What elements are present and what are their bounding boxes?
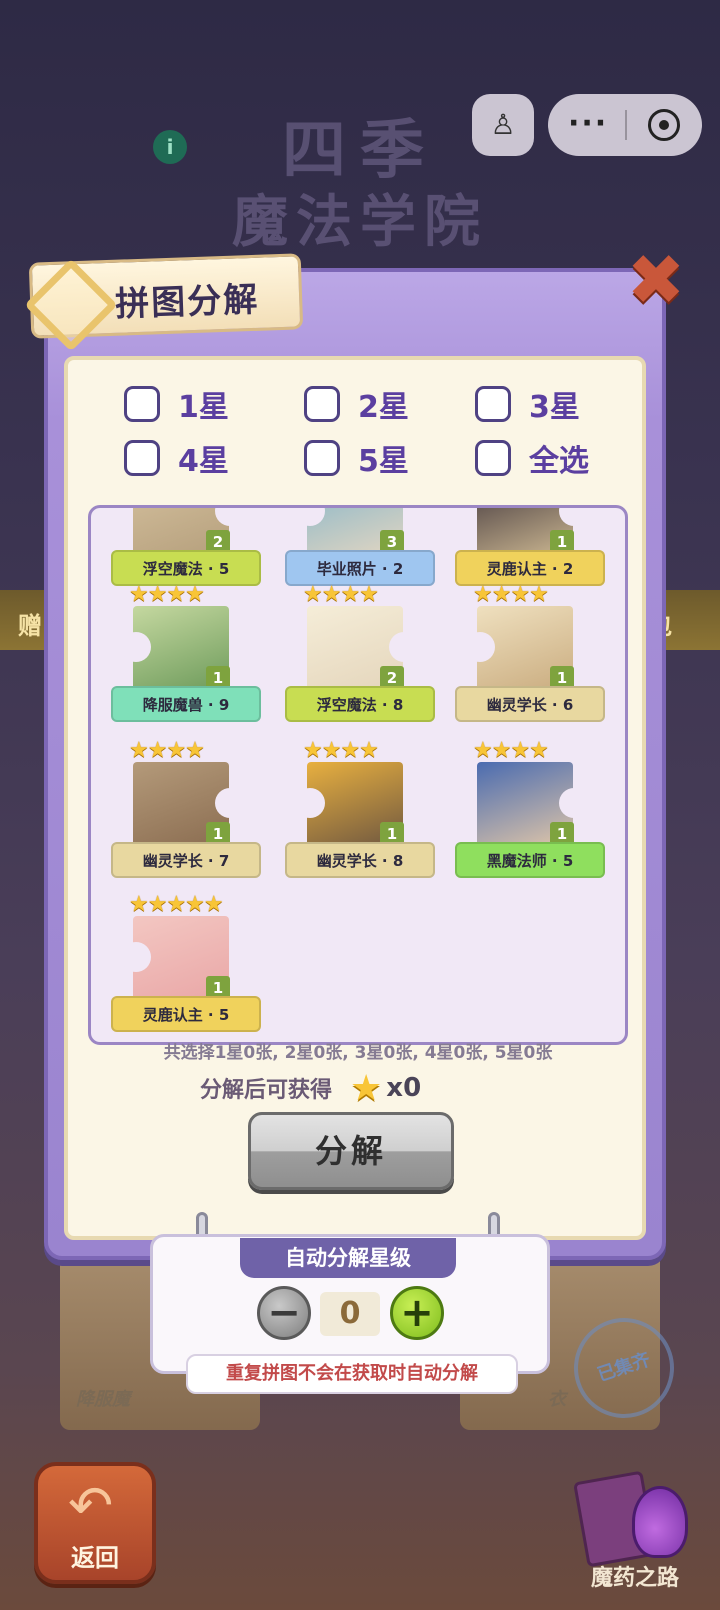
star-rating-icon: ★★★★★	[129, 892, 224, 917]
filter-2-star-label: 2星	[358, 390, 409, 425]
puzzle-knob-cutout	[215, 788, 245, 818]
piece-name-ribbon: 灵鹿认主 · 2	[455, 550, 605, 586]
piece-name-ribbon: 毕业照片 · 2	[285, 550, 435, 586]
close-icon[interactable]: ✖	[626, 245, 686, 315]
puzzle-piece-card[interactable]: ★★★★ 1 降服魔兽 · 9	[101, 584, 271, 734]
background-card-left-label: 降服魔	[76, 1389, 130, 1410]
auto-decompose-level-value: 0	[320, 1292, 380, 1336]
back-arrow-icon: ↶	[68, 1474, 114, 1537]
piece-name-ribbon: 浮空魔法 · 5	[111, 550, 261, 586]
piece-name-ribbon: 幽灵学长 · 8	[285, 842, 435, 878]
filter-4-star[interactable]: 4星	[124, 436, 229, 480]
star-rating-icon: ★★★★	[129, 738, 205, 763]
piece-name-ribbon: 浮空魔法 · 8	[285, 686, 435, 722]
filter-4-star-label: 4星	[178, 444, 229, 479]
exit-target-icon[interactable]	[648, 109, 680, 141]
puzzle-piece-card[interactable]: ★★★★ 1 黑魔法师 · 5	[445, 740, 615, 890]
star-rating-icon: ★★★★	[129, 582, 205, 607]
puzzle-piece-card[interactable]: ★★★★ 1 幽灵学长 · 7	[101, 740, 271, 890]
star-rating-icon: ★★★★	[473, 582, 549, 607]
puzzle-knob-cutout	[295, 788, 325, 818]
filter-select-all-label: 全选	[529, 444, 589, 479]
puzzle-piece-card[interactable]: ★★★★ 1 幽灵学长 · 6	[445, 584, 615, 734]
auto-decompose-tip: 重复拼图不会在获取时自动分解	[186, 1354, 518, 1394]
puzzle-piece-card[interactable]: ★★★★ 1 幽灵学长 · 8	[275, 740, 445, 890]
filter-1-star-label: 1星	[178, 390, 229, 425]
filter-3-star-label: 3星	[529, 390, 580, 425]
puzzle-knob-cutout	[121, 632, 151, 662]
checkbox-5-star[interactable]	[304, 440, 340, 476]
back-button[interactable]: ↶ 返回	[34, 1462, 156, 1584]
potion-flask-icon	[632, 1486, 688, 1558]
star-rating-icon: ★★★★	[473, 738, 549, 763]
checkbox-2-star[interactable]	[304, 386, 340, 422]
filter-5-star-label: 5星	[358, 444, 409, 479]
potion-road-button[interactable]: 魔药之路	[570, 1460, 700, 1591]
decrease-level-button[interactable]: −	[257, 1286, 311, 1340]
back-label: 返回	[71, 1544, 119, 1572]
filter-select-all[interactable]: 全选	[475, 436, 589, 480]
puzzle-piece-grid[interactable]: ★★★★2浮空魔法 · 5★★★★3毕业照片 · 2★★★★1灵鹿认主 · 2★…	[88, 505, 628, 1045]
star-icon: ★	[350, 1067, 383, 1109]
piece-name-ribbon: 幽灵学长 · 7	[111, 842, 261, 878]
mini-program-capsule: ···	[548, 94, 702, 156]
filter-1-star[interactable]: 1星	[124, 382, 229, 426]
puzzle-knob-cutout	[389, 632, 419, 662]
more-icon[interactable]: ···	[568, 106, 608, 141]
dialog-title: 拼图分解	[114, 279, 260, 325]
filter-5-star[interactable]: 5星	[304, 436, 409, 480]
checkbox-3-star[interactable]	[475, 386, 511, 422]
star-rating-icon: ★★★★	[303, 582, 379, 607]
piece-name-ribbon: 降服魔兽 · 9	[111, 686, 261, 722]
puzzle-piece-card[interactable]: ★★★★ 2 浮空魔法 · 8	[275, 584, 445, 734]
checkbox-1-star[interactable]	[124, 386, 160, 422]
reward-label: 分解后可获得	[200, 1078, 333, 1103]
checkbox-4-star[interactable]	[124, 440, 160, 476]
profile-icon[interactable]: ♙	[472, 94, 534, 156]
star-rating-icon: ★★★★	[303, 738, 379, 763]
piece-name-ribbon: 幽灵学长 · 6	[455, 686, 605, 722]
increase-level-button[interactable]: +	[390, 1286, 444, 1340]
puzzle-piece-card[interactable]: ★★★★★ 1 灵鹿认主 · 5	[101, 892, 271, 1042]
reward-amount: x0	[386, 1073, 422, 1103]
background-card-right-label: 衣	[548, 1389, 566, 1410]
filter-2-star[interactable]: 2星	[304, 382, 409, 426]
piece-name-ribbon: 黑魔法师 · 5	[455, 842, 605, 878]
filter-3-star[interactable]: 3星	[475, 382, 580, 426]
puzzle-knob-cutout	[465, 632, 495, 662]
puzzle-knob-cutout	[121, 942, 151, 972]
checkbox-select-all[interactable]	[475, 440, 511, 476]
auto-decompose-title: 自动分解星级	[240, 1238, 456, 1278]
piece-name-ribbon: 灵鹿认主 · 5	[111, 996, 261, 1032]
selection-summary: 共选择1星0张, 2星0张, 3星0张, 4星0张, 5星0张	[163, 1043, 553, 1063]
puzzle-knob-cutout	[559, 788, 589, 818]
reward-preview: 分解后可获得 ★ x0	[200, 1067, 422, 1109]
background-banner-left-text: 赠	[18, 612, 42, 640]
capsule-divider	[625, 110, 627, 140]
info-icon[interactable]: i	[153, 130, 187, 164]
potion-road-label: 魔药之路	[590, 1566, 679, 1591]
decompose-button[interactable]: 分解	[248, 1112, 454, 1190]
